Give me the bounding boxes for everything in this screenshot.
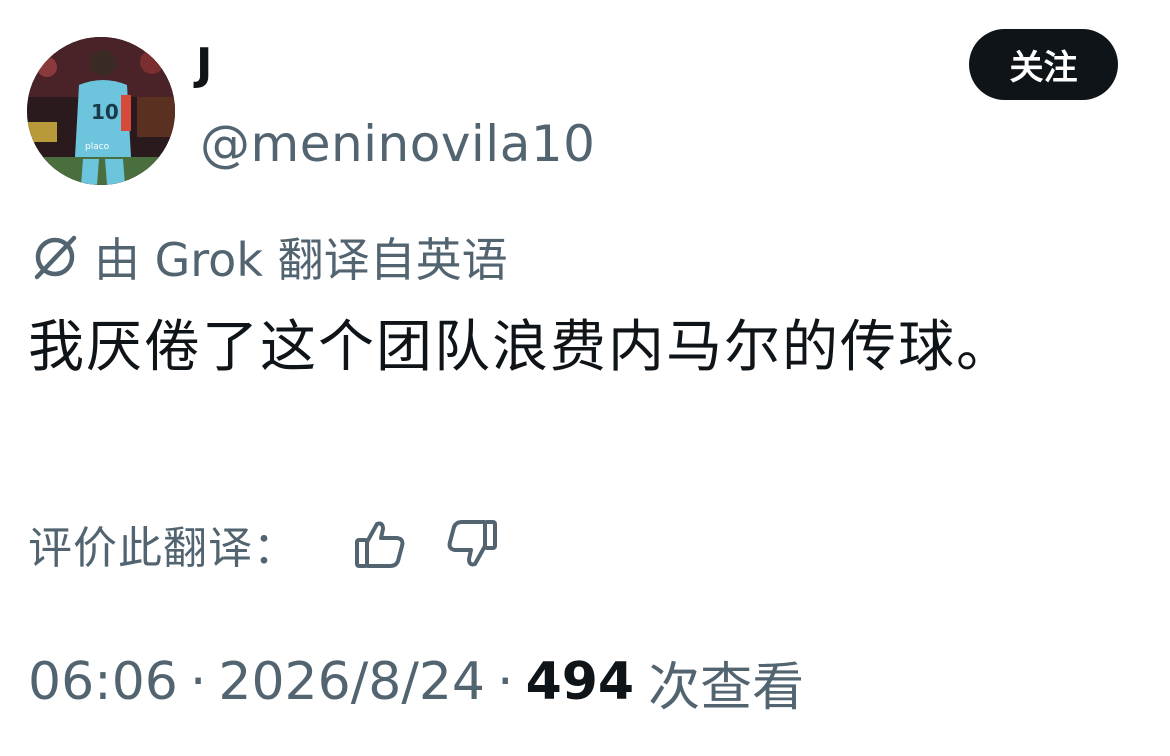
meta-separator: ·: [189, 652, 207, 712]
rate-translation: 评价此翻译：: [28, 512, 502, 576]
tweet-date[interactable]: 2026/8/24: [218, 652, 485, 712]
avatar[interactable]: 10 placo: [27, 37, 175, 185]
follow-button[interactable]: 关注: [969, 29, 1118, 100]
views-label: 次查看: [648, 657, 805, 718]
translation-note-text: 由 Grok 翻译自英语: [94, 233, 508, 287]
svg-text:10: 10: [91, 100, 119, 124]
grok-logo-icon: [28, 230, 82, 284]
display-name[interactable]: J: [196, 30, 212, 100]
thumbs-down-icon: [447, 520, 497, 567]
meta-separator: ·: [497, 652, 514, 712]
user-handle[interactable]: @meninovila10: [200, 112, 595, 176]
views-count: 494: [525, 652, 635, 712]
rate-translation-label: 评价此翻译：: [28, 523, 298, 574]
thumbs-up-icon: [355, 521, 405, 568]
thumbs-up-button[interactable]: [350, 514, 410, 574]
tweet-meta: 06:06 · 2026/8/24 · 494 次查看: [28, 646, 804, 718]
thumbs-down-button[interactable]: [442, 514, 502, 574]
tweet-time[interactable]: 06:06: [28, 652, 178, 712]
svg-text:placo: placo: [85, 142, 110, 152]
translation-note[interactable]: 由 Grok 翻译自英语: [28, 226, 508, 288]
avatar-image: 10 placo: [27, 37, 175, 185]
tweet-text: 我厌倦了这个团队浪费内马尔的传球。: [28, 315, 1014, 380]
